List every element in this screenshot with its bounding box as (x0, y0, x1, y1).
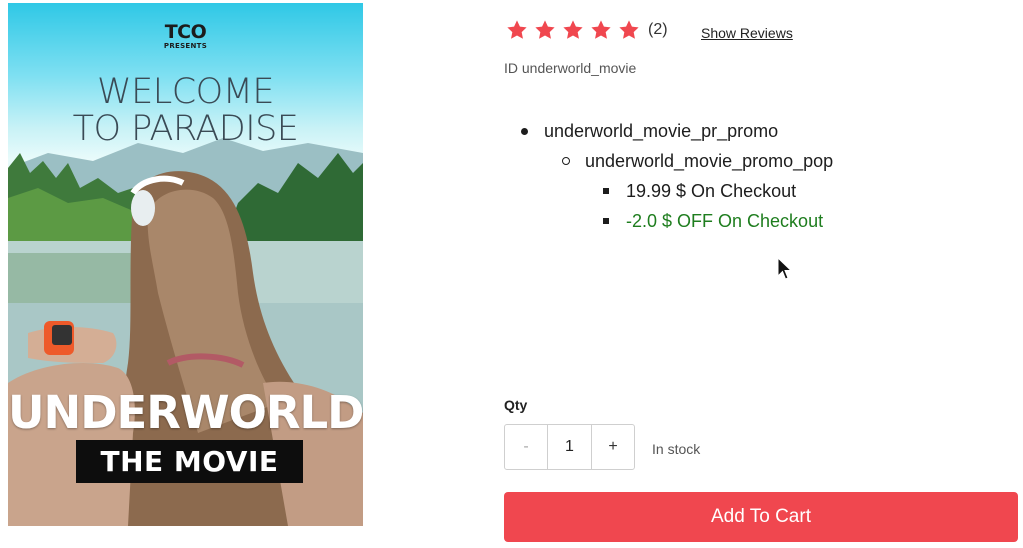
product-page: TCO PRESENTS WELCOME TO PARADISE UNDERWO… (0, 0, 1023, 548)
poster-title: UNDERWORLD (8, 386, 363, 439)
star-icon (590, 19, 612, 41)
stock-status: In stock (652, 441, 701, 457)
poster-subtitle: THE MOVIE (76, 440, 303, 483)
poster-logo-subtitle: PRESENTS (163, 42, 208, 50)
qty-label: Qty (504, 397, 528, 413)
bullet-disc-icon (521, 128, 528, 135)
mouse-cursor-icon (777, 257, 793, 280)
product-id: ID underworld_movie (504, 60, 637, 76)
bullet-circle-icon (562, 157, 570, 165)
poster-tagline-line2: TO PARADISE (72, 109, 299, 149)
promo-level2: underworld_movie_promo_pop (585, 151, 834, 171)
promo-price-line: 19.99 $ On Checkout (626, 181, 797, 201)
product-poster-image: TCO PRESENTS WELCOME TO PARADISE UNDERWO… (8, 3, 363, 526)
star-rating: (2) (506, 19, 668, 41)
star-icon (506, 19, 528, 41)
promo-level1: underworld_movie_pr_promo (544, 121, 779, 141)
star-icon (562, 19, 584, 41)
bullet-square-icon (603, 188, 609, 194)
quantity-stepper: - 1 + (504, 424, 635, 470)
qty-increment-button[interactable]: + (591, 425, 634, 469)
promo-discount-line: -2.0 $ OFF On Checkout (626, 211, 824, 231)
qty-decrement-button[interactable]: - (505, 425, 548, 469)
poster-logo: TCO (164, 21, 207, 43)
star-icon (618, 19, 640, 41)
add-to-cart-button[interactable]: Add To Cart (504, 492, 1018, 542)
poster-tagline-line1: WELCOME (96, 72, 275, 112)
star-icon (534, 19, 556, 41)
review-count: (2) (648, 21, 668, 38)
show-reviews-link[interactable]: Show Reviews (701, 25, 793, 41)
qty-input[interactable]: 1 (548, 425, 591, 469)
bullet-square-icon (603, 218, 609, 224)
